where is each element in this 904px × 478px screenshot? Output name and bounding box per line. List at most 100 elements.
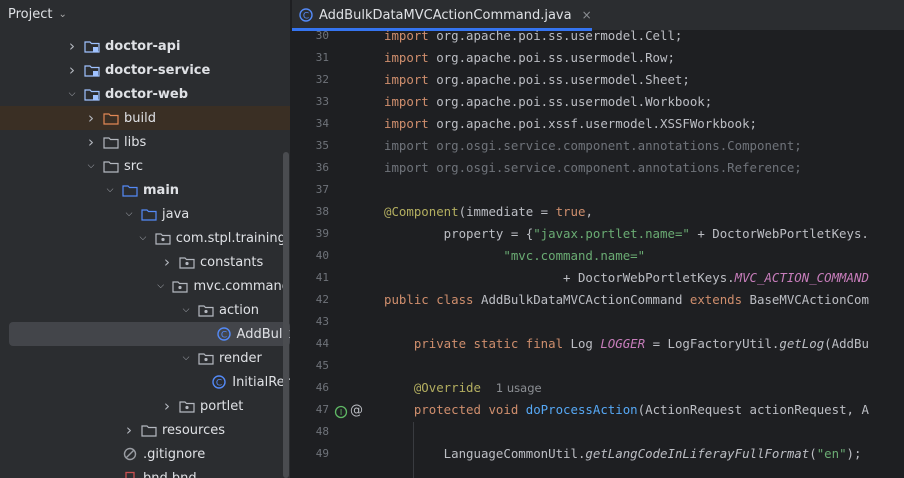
code-token: org.apache.poi.ss.usermodel.Sheet;: [436, 72, 690, 87]
chevron-down-icon[interactable]: ⌵: [155, 281, 167, 291]
chevron-right-icon[interactable]: ›: [66, 37, 78, 55]
code-line[interactable]: import org.apache.poi.ss.usermodel.Workb…: [384, 91, 712, 113]
code-line[interactable]: import org.apache.poi.ss.usermodel.Row;: [384, 47, 675, 69]
code-token: (AddBu: [824, 336, 869, 351]
chevron-right-icon[interactable]: ›: [123, 421, 135, 439]
code-token: AddBulkDataMVCActionCommand: [480, 292, 690, 307]
tree-item-render[interactable]: ⌵ render: [0, 346, 290, 370]
chevron-down-icon[interactable]: ⌵: [137, 233, 149, 243]
tree-item-doctor-service[interactable]: › doctor-service: [0, 58, 290, 82]
tree-item-label: main: [143, 182, 180, 198]
tree-item-initialrer[interactable]: C InitialRer: [0, 370, 290, 394]
source-folder-icon: [122, 183, 138, 197]
code-line[interactable]: protected void doProcessAction(ActionReq…: [384, 399, 869, 421]
tree-item-bnd-bnd[interactable]: bnd.bnd: [0, 466, 290, 478]
code-line[interactable]: import org.apache.poi.xssf.usermodel.XSS…: [384, 113, 757, 135]
code-line[interactable]: "mvc.command.name=": [384, 245, 645, 267]
tree-item-label: InitialRer: [232, 374, 290, 390]
chevron-right-icon[interactable]: ›: [85, 133, 97, 151]
code-token: org.apache.poi.ss.usermodel.Workbook;: [436, 94, 713, 109]
code-token: 1 usage: [495, 381, 542, 395]
code-line[interactable]: import org.osgi.service.component.annota…: [384, 157, 802, 179]
override-gutter-icon[interactable]: @: [350, 403, 363, 418]
code-line[interactable]: LanguageCommonUtil.getLangCodeInLiferayF…: [384, 443, 862, 465]
java-class-icon: C: [298, 8, 314, 22]
code-line[interactable]: import org.apache.poi.ss.usermodel.Cell;: [384, 25, 682, 47]
chevron-down-icon[interactable]: ⌄: [58, 9, 66, 20]
tree-item-constants[interactable]: › constants: [0, 250, 290, 274]
chevron-right-icon[interactable]: ›: [161, 397, 173, 415]
project-pane-header[interactable]: Project ⌄: [0, 0, 290, 28]
chevron-down-icon[interactable]: ⌵: [85, 161, 97, 171]
tree-item-label: build: [124, 110, 156, 126]
code-token: org.apache.poi.ss.usermodel.Row;: [436, 50, 675, 65]
code-token: getLog: [779, 336, 825, 351]
tree-item-label: constants: [200, 254, 264, 270]
line-number: 33: [315, 95, 329, 108]
tree-item-com-stpl-training[interactable]: ⌵ com.stpl.training.: [0, 226, 290, 250]
project-pane-title[interactable]: Project: [8, 7, 52, 22]
tree-item-label: doctor-api: [105, 38, 181, 54]
project-tree-scrollbar[interactable]: [283, 152, 289, 478]
code-line[interactable]: @Component(immediate = true,: [384, 201, 593, 223]
code-line[interactable]: public class AddBulkDataMVCActionCommand…: [384, 289, 869, 311]
chevron-down-icon[interactable]: ⌵: [180, 305, 192, 315]
line-number: 45: [315, 359, 329, 372]
tree-item-doctor-web[interactable]: ⌵ doctor-web: [0, 82, 290, 106]
code-line[interactable]: import org.osgi.service.component.annota…: [384, 135, 802, 157]
code-token: LanguageCommonUtil.: [384, 446, 586, 461]
resources-folder-icon: [141, 423, 157, 437]
tree-item-main[interactable]: ⌵ main: [0, 178, 290, 202]
implements-gutter-icon[interactable]: I: [334, 404, 348, 423]
code-token: import: [384, 28, 437, 43]
code-token: public class: [384, 292, 481, 307]
code-token: Log: [570, 336, 601, 351]
tree-item-gitignore[interactable]: .gitignore: [0, 442, 290, 466]
line-number: 44: [315, 337, 329, 350]
code-token: doProcessAction: [525, 402, 638, 417]
source-folder-icon: [141, 207, 157, 221]
java-class-icon: C: [212, 375, 228, 389]
tree-item-label: .gitignore: [143, 446, 206, 462]
tree-item-libs[interactable]: › libs: [0, 130, 290, 154]
code-token: import: [384, 50, 437, 65]
line-number: 31: [315, 51, 329, 64]
tree-item-action[interactable]: ⌵ action: [0, 298, 290, 322]
code-token: extends: [689, 292, 750, 307]
close-icon[interactable]: ×: [582, 8, 592, 22]
tree-item-resources[interactable]: › resources: [0, 418, 290, 442]
chevron-down-icon[interactable]: ⌵: [104, 185, 116, 195]
tree-item-addbulk[interactable]: C AddBulk: [9, 322, 290, 346]
code-line[interactable]: import org.apache.poi.ss.usermodel.Sheet…: [384, 69, 690, 91]
chevron-right-icon[interactable]: ›: [66, 61, 78, 79]
tree-item-java[interactable]: ⌵ java: [0, 202, 290, 226]
gitignore-icon: [122, 447, 138, 461]
chevron-down-icon[interactable]: ⌵: [123, 209, 135, 219]
tree-item-label: src: [124, 158, 143, 174]
folder-icon: [103, 135, 119, 149]
tree-item-doctor-api[interactable]: › doctor-api: [0, 34, 290, 58]
tree-item-label: doctor-web: [105, 86, 189, 102]
line-number: 37: [315, 183, 329, 196]
code-line[interactable]: private static final Log LOGGER = LogFac…: [384, 333, 869, 355]
line-number: 49: [315, 447, 329, 460]
line-number: 47: [315, 403, 329, 416]
tree-item-label: mvc.command: [193, 278, 290, 294]
tree-item-src[interactable]: ⌵ src: [0, 154, 290, 178]
tree-item-portlet[interactable]: › portlet: [0, 394, 290, 418]
chevron-right-icon[interactable]: ›: [85, 109, 97, 127]
chevron-down-icon[interactable]: ⌵: [180, 353, 192, 363]
chevron-right-icon[interactable]: ›: [161, 253, 173, 271]
tree-item-mvc-command[interactable]: ⌵ mvc.command: [0, 274, 290, 298]
code-line[interactable]: @Override 1 usage: [384, 377, 542, 399]
code-token: (: [809, 446, 817, 461]
line-number: 46: [315, 381, 329, 394]
code-line[interactable]: + DoctorWebPortletKeys.MVC_ACTION_COMMAN…: [384, 267, 869, 289]
code-token: import: [384, 116, 437, 131]
code-token: LOGGER: [600, 336, 646, 351]
chevron-down-icon[interactable]: ⌵: [66, 89, 78, 99]
code-line[interactable]: property = {"javax.portlet.name=" + Doct…: [384, 223, 869, 245]
tree-item-build[interactable]: › build: [0, 106, 290, 130]
